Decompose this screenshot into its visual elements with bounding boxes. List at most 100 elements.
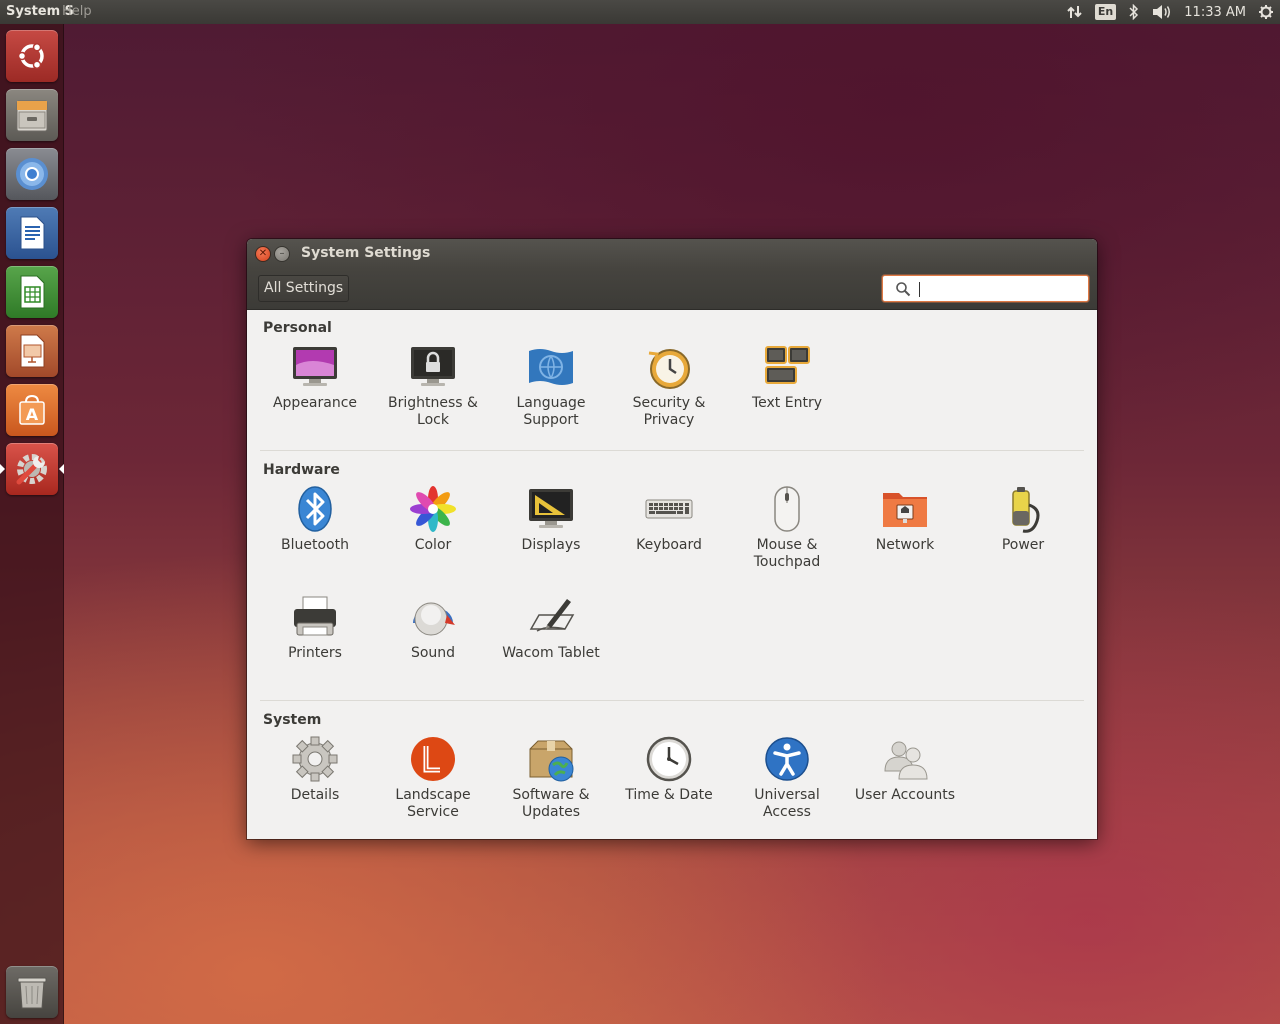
- tile-appearance[interactable]: Appearance: [256, 342, 374, 412]
- brightness-lock-icon: [411, 347, 455, 386]
- user-accounts-icon: [884, 741, 928, 780]
- minimize-button[interactable]: –: [274, 246, 290, 262]
- tile-details[interactable]: Details: [256, 734, 374, 804]
- tile-sound[interactable]: Sound: [374, 592, 492, 662]
- gear-power-icon: [1259, 5, 1273, 19]
- tile-time-date[interactable]: Time & Date: [610, 734, 728, 804]
- tile-landscape-service[interactable]: Landscape Service: [374, 734, 492, 821]
- tile-network[interactable]: Network: [846, 484, 964, 554]
- tile-language-support[interactable]: Language Support: [492, 342, 610, 429]
- launcher-system-settings[interactable]: [6, 443, 58, 495]
- section-title-personal: Personal: [263, 320, 332, 336]
- menu-help-ghost[interactable]: Help: [62, 4, 92, 19]
- tile-keyboard[interactable]: Keyboard: [610, 484, 728, 554]
- search-input[interactable]: [917, 278, 1082, 299]
- all-settings-button[interactable]: All Settings: [258, 275, 350, 302]
- launcher-active-pip: [59, 464, 64, 474]
- tile-universal-access[interactable]: Universal Access: [728, 734, 846, 821]
- ubuntu-logo-icon: [17, 43, 44, 69]
- text-entry-icon: [765, 346, 810, 384]
- keyboard-layout-indicator[interactable]: En: [1089, 0, 1122, 24]
- window-toolbar: All Settings: [247, 269, 1097, 310]
- launcher: A: [0, 24, 64, 1024]
- tile-label: Wacom Tablet: [502, 645, 600, 661]
- search-icon: [896, 282, 911, 297]
- launcher-running-pip: [0, 464, 5, 474]
- language-support-icon: [529, 349, 573, 385]
- tile-label: Security & Privacy: [632, 395, 706, 428]
- tile-color[interactable]: Color: [374, 484, 492, 554]
- network-indicator[interactable]: [1061, 0, 1089, 24]
- tile-label: Network: [875, 537, 935, 553]
- displays-icon: [529, 489, 573, 528]
- universal-access-icon: [765, 737, 809, 781]
- sound-indicator[interactable]: [1146, 0, 1178, 24]
- tile-printers[interactable]: Printers: [256, 592, 374, 662]
- tile-label: Landscape Service: [395, 787, 471, 820]
- software-updates-icon: [529, 740, 574, 782]
- search-box[interactable]: [882, 275, 1089, 302]
- tile-label: Universal Access: [754, 787, 820, 820]
- tile-mouse-touchpad[interactable]: Mouse & Touchpad: [728, 484, 846, 571]
- security-privacy-icon: [648, 349, 690, 389]
- trash-icon: [17, 977, 47, 1009]
- bluetooth-indicator[interactable]: [1122, 0, 1146, 24]
- tile-user-accounts[interactable]: User Accounts: [846, 734, 964, 804]
- tile-bluetooth[interactable]: Bluetooth: [256, 484, 374, 554]
- tile-label: Keyboard: [636, 537, 702, 553]
- tile-label: Printers: [288, 645, 342, 661]
- sound-icon: [413, 602, 455, 636]
- section-title-system: System: [263, 712, 322, 728]
- window-titlebar[interactable]: ✕ – System Settings: [247, 239, 1097, 269]
- tile-label: Language Support: [516, 395, 586, 428]
- launcher-dash-home[interactable]: [6, 30, 58, 82]
- tile-label: Time & Date: [625, 787, 713, 803]
- launcher-writer[interactable]: [6, 207, 58, 259]
- tile-software-updates[interactable]: Software & Updates: [492, 734, 610, 821]
- calc-icon: [20, 275, 45, 309]
- tile-displays[interactable]: Displays: [492, 484, 610, 554]
- tile-label: Details: [290, 787, 340, 803]
- tile-label: Power: [1001, 537, 1045, 553]
- window-title: System Settings: [301, 245, 431, 261]
- writer-icon: [20, 216, 45, 250]
- close-icon: ✕: [258, 248, 268, 259]
- launcher-impress[interactable]: [6, 325, 58, 377]
- tile-brightness-lock[interactable]: Brightness & Lock: [374, 342, 492, 429]
- tile-label: Bluetooth: [281, 537, 349, 553]
- impress-icon: [20, 334, 45, 368]
- tile-text-entry[interactable]: Text Entry: [728, 342, 846, 412]
- section-title-hardware: Hardware: [263, 462, 340, 478]
- language-badge: En: [1094, 4, 1117, 20]
- launcher-files[interactable]: [6, 89, 58, 141]
- launcher-software-center[interactable]: A: [6, 384, 58, 436]
- tile-label: Displays: [521, 537, 581, 553]
- close-button[interactable]: ✕: [255, 246, 271, 262]
- speaker-icon: [1153, 5, 1171, 19]
- tile-label: Color: [414, 537, 452, 553]
- clock-indicator[interactable]: 11:33 AM: [1178, 0, 1252, 24]
- network-arrows-icon: [1067, 6, 1082, 18]
- settings-content: Personal Appearance Brightness & Lock La…: [247, 310, 1097, 839]
- tile-power[interactable]: Power: [964, 484, 1082, 554]
- section-separator: [260, 700, 1084, 701]
- file-cabinet-icon: [16, 100, 48, 132]
- keyboard-icon: [645, 499, 693, 519]
- tile-label: Brightness & Lock: [388, 395, 478, 428]
- tile-wacom-tablet[interactable]: Wacom Tablet: [492, 592, 610, 662]
- chromium-icon: [16, 158, 48, 190]
- tile-label: Mouse & Touchpad: [753, 537, 821, 570]
- bluetooth-icon: [298, 486, 332, 532]
- tile-label: User Accounts: [854, 787, 956, 803]
- landscape-icon: [411, 737, 455, 781]
- tile-security-privacy[interactable]: Security & Privacy: [610, 342, 728, 429]
- software-center-icon: A: [19, 394, 45, 425]
- session-indicator[interactable]: [1252, 0, 1280, 24]
- printer-icon: [294, 596, 336, 636]
- launcher-chromium[interactable]: [6, 148, 58, 200]
- appearance-icon: [293, 347, 337, 386]
- section-separator: [260, 450, 1084, 451]
- launcher-trash[interactable]: [6, 966, 58, 1018]
- launcher-calc[interactable]: [6, 266, 58, 318]
- system-settings-icon: [16, 454, 47, 485]
